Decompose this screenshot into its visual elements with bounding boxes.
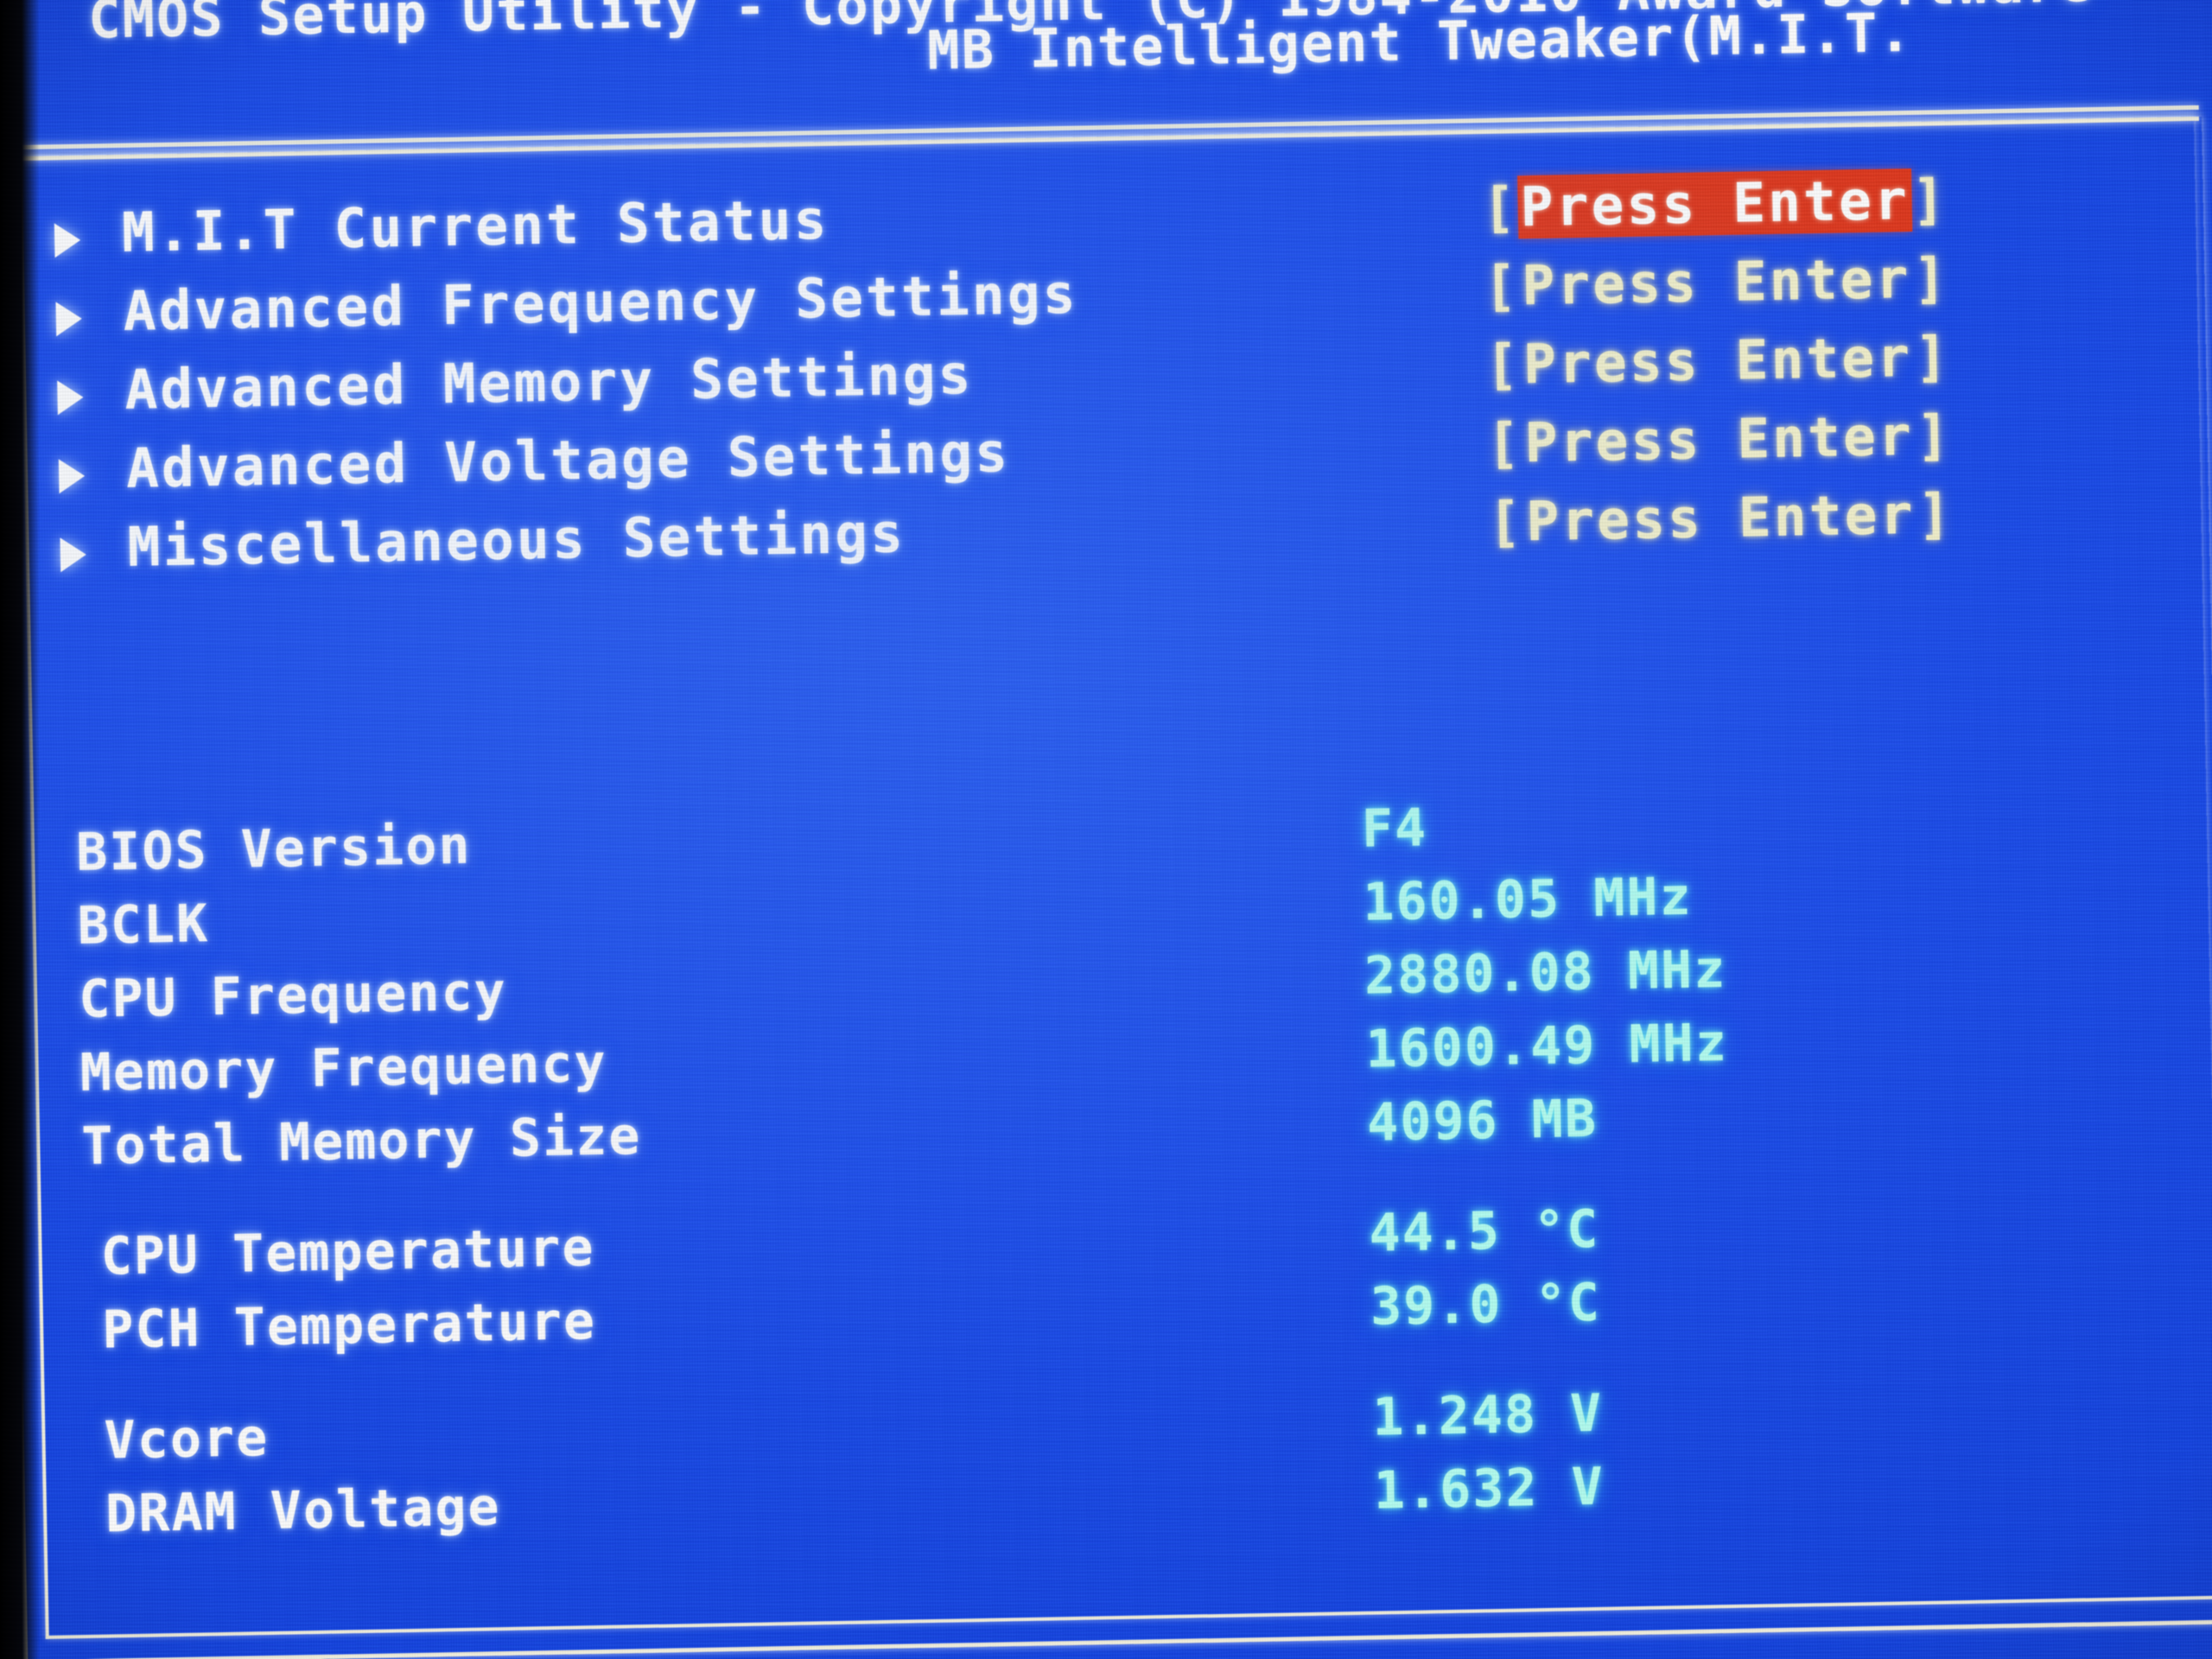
bracket-close: ] xyxy=(1916,482,1955,546)
bracket-open: [ xyxy=(1484,333,1522,397)
menu-item-value[interactable]: [Press Enter] xyxy=(1488,482,1954,554)
info-value: 44.5 °C xyxy=(1368,1198,1600,1264)
press-enter-value[interactable]: Press Enter xyxy=(1523,483,1918,553)
menu-item-value[interactable]: [Press Enter] xyxy=(1484,325,1950,397)
info-label: CPU Temperature xyxy=(100,1217,596,1287)
info-value: F4 xyxy=(1361,798,1428,860)
press-enter-value[interactable]: Press Enter xyxy=(1522,404,1916,474)
bracket-open: [ xyxy=(1482,175,1519,240)
info-label: CPU Frequency xyxy=(78,961,508,1030)
press-enter-value[interactable]: Press Enter xyxy=(1520,326,1915,396)
info-label: BIOS Version xyxy=(75,815,473,884)
info-label: Total Memory Size xyxy=(80,1106,642,1177)
menu-item-label: Miscellaneous Settings xyxy=(126,501,906,579)
info-value: 39.0 °C xyxy=(1370,1272,1602,1338)
menu-item-value[interactable]: [Press Enter] xyxy=(1486,404,1952,475)
bracket-close: ] xyxy=(1912,246,1950,310)
triangle-right-icon xyxy=(55,301,83,337)
triangle-right-icon xyxy=(57,379,84,416)
triangle-right-icon xyxy=(58,458,86,494)
info-label: DRAM Voltage xyxy=(105,1477,502,1545)
bracket-close: ] xyxy=(1911,168,1948,232)
menu-item-value[interactable]: [Press Enter] xyxy=(1484,246,1949,318)
triangle-right-icon xyxy=(54,222,81,258)
press-enter-value[interactable]: Press Enter xyxy=(1516,168,1913,239)
info-value: 2880.08 MHz xyxy=(1363,939,1727,1007)
bios-screen-panel: CMOS Setup Utility - Copyright (C) 1984-… xyxy=(0,0,2212,1659)
info-label: Memory Frequency xyxy=(79,1033,608,1103)
info-value: 160.05 MHz xyxy=(1362,866,1694,933)
bracket-close: ] xyxy=(1916,404,1953,467)
bracket-open: [ xyxy=(1487,490,1524,555)
info-value: 1600.49 MHz xyxy=(1364,1013,1729,1080)
triangle-right-icon xyxy=(60,537,87,573)
info-label: PCH Temperature xyxy=(101,1291,597,1361)
monitor-photo: CMOS Setup Utility - Copyright (C) 1984-… xyxy=(0,0,2212,1659)
bios-screen: CMOS Setup Utility - Copyright (C) 1984-… xyxy=(0,0,2212,1659)
system-info-block: BIOS Version F4 BCLK 160.05 MHz CPU Freq… xyxy=(56,785,2169,1558)
info-value: 1.632 V xyxy=(1373,1456,1605,1522)
info-value: 4096 MB xyxy=(1366,1088,1599,1154)
info-label: BCLK xyxy=(77,893,210,957)
bracket-close: ] xyxy=(1914,325,1951,389)
press-enter-value[interactable]: Press Enter xyxy=(1519,247,1914,317)
info-value: 1.248 V xyxy=(1371,1382,1604,1448)
menu-item-label: M.I.T Current Status xyxy=(121,188,830,264)
menu-item-value[interactable]: [Press Enter] xyxy=(1482,168,1948,239)
bracket-open: [ xyxy=(1483,254,1520,319)
bracket-open: [ xyxy=(1486,411,1523,476)
mit-submenu-list: M.I.T Current Status [Press Enter] Advan… xyxy=(45,164,2152,595)
info-label: Vcore xyxy=(103,1408,270,1471)
